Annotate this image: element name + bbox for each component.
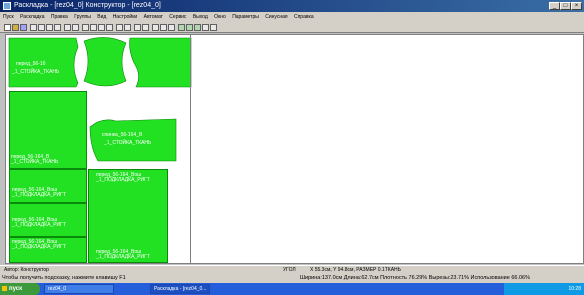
place-icon[interactable] (186, 24, 193, 31)
menu-item-auto[interactable]: Автомат (144, 14, 163, 20)
measure-icon[interactable] (202, 24, 209, 31)
open-folder-icon[interactable] (12, 24, 19, 31)
menu-item-groups[interactable]: Группы (74, 14, 91, 20)
menu-item-view[interactable]: Вид (97, 14, 106, 20)
hint-bar: Чтобы получить подсказку, нажмите клавиш… (0, 274, 584, 283)
zoom-fit-icon[interactable] (98, 24, 105, 31)
new-file-icon[interactable] (4, 24, 11, 31)
status-bar: Автор: Конструктор УГОЛ X 55.3см, Y 94.8… (0, 265, 584, 274)
piece-label: _1_СТОЙКА_ТКАНЬ (11, 159, 59, 165)
paste-icon[interactable] (46, 24, 53, 31)
hint-text: Чтобы получить подсказку, нажмите клавиш… (2, 275, 126, 281)
grid-icon[interactable] (134, 24, 141, 31)
print-icon[interactable] (54, 24, 61, 31)
menu-item-params[interactable]: Параметры (232, 14, 259, 20)
menu-item-window[interactable]: Окно (214, 14, 226, 20)
move-icon[interactable] (142, 24, 149, 31)
menu-bar: Пуск Раскладка Правка Группы Вид Настрой… (0, 12, 584, 22)
pattern-piece-sleeve[interactable] (83, 37, 127, 87)
redo-icon[interactable] (72, 24, 79, 31)
piece-label: перед_56-1б (16, 61, 46, 67)
menu-item-help[interactable]: Справка (294, 14, 314, 20)
piece-label: _1_ПОДКЛАДКА_РИГТ (12, 222, 66, 228)
window-title: Раскладка - [rez04_0] Конструктор - [rez… (14, 2, 161, 9)
menu-item-settings[interactable]: Настройки (113, 14, 138, 20)
menu-item-service[interactable]: Сервис (169, 14, 186, 20)
layout-icon[interactable] (178, 24, 185, 31)
help-icon[interactable] (210, 24, 217, 31)
menu-item-layout[interactable]: Раскладка (20, 14, 44, 20)
piece-label: _1_СТОЙКА_ТКАНЬ (12, 69, 60, 75)
taskbar: пуск rez04_0 Раскладка - [rez04_0... 10:… (0, 283, 584, 295)
arrow-icon[interactable] (160, 24, 167, 31)
layout-statistics: Ширина:137.0см Длина:62.7см Плотность 76… (300, 275, 530, 281)
minimize-button[interactable]: _ (549, 2, 560, 10)
rotate-icon[interactable] (116, 24, 123, 31)
mirror-icon[interactable] (124, 24, 131, 31)
taskbar-item-rez[interactable]: rez04_0 (44, 284, 114, 294)
text-icon[interactable] (152, 24, 159, 31)
start-button[interactable]: пуск (0, 283, 40, 295)
toolbar (0, 22, 584, 33)
menu-item-edit[interactable]: Правка (51, 14, 68, 20)
save-icon[interactable] (20, 24, 27, 31)
copy-icon[interactable] (38, 24, 45, 31)
piece-label: _1_ПОДКЛАДКА_РИГТ (96, 177, 150, 183)
windows-flag-icon (2, 286, 7, 291)
piece-label: _1_ПОДКЛАДКА_РИГТ (96, 254, 150, 260)
layout-canvas[interactable]: перед_56-1б _1_СТОЙКА_ТКАНЬ перед_56-164… (5, 34, 584, 264)
maximize-button[interactable]: □ (560, 2, 571, 10)
piece-label: спинка_56-164_В (102, 132, 143, 138)
title-bar: Раскладка - [rez04_0] Конструктор - [rez… (0, 0, 584, 12)
zoom-out-icon[interactable] (90, 24, 97, 31)
menu-item-exit[interactable]: Выход (193, 14, 208, 20)
nest-icon[interactable] (194, 24, 201, 31)
menu-item-start[interactable]: Пуск (3, 14, 14, 20)
app-icon (3, 2, 11, 10)
clock: 10:28 (568, 286, 581, 292)
menu-item-sine[interactable]: Синусная (265, 14, 287, 20)
close-button[interactable]: × (571, 2, 582, 10)
system-tray: 10:28 (504, 283, 584, 295)
undo-icon[interactable] (64, 24, 71, 31)
layout-boundary (190, 35, 191, 263)
piece-label: _1_СТОЙКА_ТКАНЬ (104, 140, 152, 146)
zoom-in-icon[interactable] (82, 24, 89, 31)
piece-label: _1_ПОДКЛАДКА_РИГТ (12, 192, 66, 198)
pointer-icon[interactable] (168, 24, 175, 31)
taskbar-item-layout[interactable]: Раскладка - [rez04_0... (150, 284, 210, 294)
pattern-piece-back[interactable] (129, 37, 192, 88)
cut-icon[interactable] (30, 24, 37, 31)
start-label: пуск (9, 286, 23, 292)
zoom-window-icon[interactable] (106, 24, 113, 31)
piece-label: _1_ПОДКЛАДКА_РИГТ (12, 244, 66, 250)
